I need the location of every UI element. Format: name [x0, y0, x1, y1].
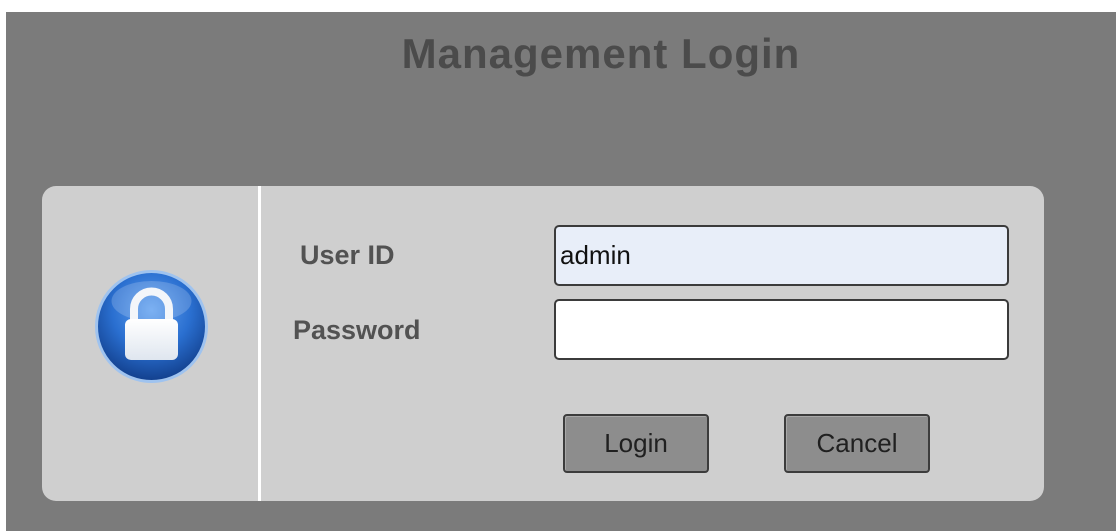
login-panel: User ID Password Login Cancel — [42, 186, 1044, 501]
user-id-input[interactable] — [554, 225, 1009, 286]
user-id-label: User ID — [300, 240, 395, 270]
password-label: Password — [293, 315, 421, 345]
lock-icon — [94, 269, 209, 384]
cancel-button[interactable]: Cancel — [784, 414, 930, 473]
panel-divider — [258, 186, 261, 501]
login-button[interactable]: Login — [563, 414, 709, 473]
page-title: Management Login — [401, 30, 801, 77]
login-screen: Management Login User ID admin Password … — [6, 12, 1116, 531]
password-input[interactable] — [554, 299, 1009, 360]
